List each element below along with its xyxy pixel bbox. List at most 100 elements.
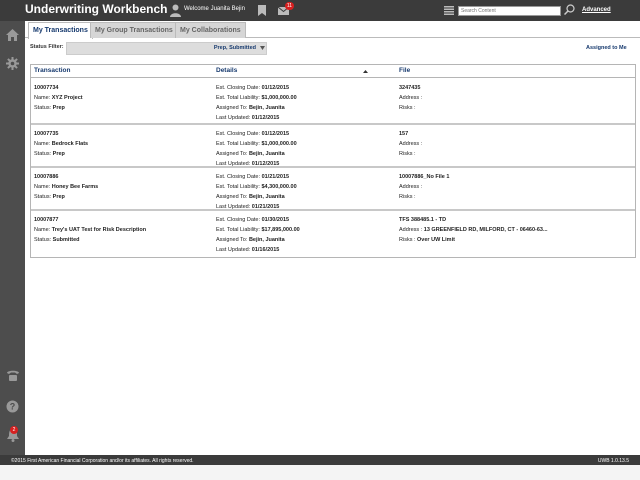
top-bar: Underwriting Workbench Welcome Juanita B…: [0, 0, 640, 21]
tab-bar: My Transactions My Group Transactions My…: [25, 21, 640, 39]
risks-label: Risks :: [399, 151, 416, 157]
risks-label: Risks :: [399, 105, 416, 111]
closing-date-value: 01/21/2015: [261, 174, 290, 180]
closing-date-label: Est. Closing Date:: [216, 131, 261, 137]
chevron-down-icon: [260, 46, 265, 50]
transaction-id[interactable]: 10007734: [34, 85, 58, 91]
assigned-to-label: Assigned To:: [216, 237, 248, 243]
closing-date-value: 01/12/2015: [261, 85, 290, 91]
transaction-id[interactable]: 10007877: [34, 217, 58, 223]
tab-my-collaborations[interactable]: My Collaborations: [175, 22, 246, 38]
phone-icon: [6, 370, 19, 381]
last-updated-label: Last Updated:: [216, 204, 251, 210]
version-text: UWB 1.0.13.5: [597, 458, 629, 464]
search-icon[interactable]: [564, 4, 575, 15]
last-updated-label: Last Updated:: [216, 247, 251, 253]
transaction-status: Submitted: [52, 237, 80, 243]
last-updated-value: 01/16/2015: [251, 247, 280, 253]
closing-date-value: 01/30/2015: [261, 217, 290, 223]
file-cell: TFS 388485.1 - TD Address : 13 GREENFIELD…: [399, 215, 548, 245]
user-icon: [170, 4, 181, 17]
table-row[interactable]: 10007877 Name: Trey's UAT Test for Risk D…: [31, 211, 635, 258]
column-header-details[interactable]: Details: [216, 67, 237, 74]
liability-value: $17,895,000.00: [261, 227, 300, 233]
transaction-cell: 10007734 Name: XYZ Project Status: Prep: [34, 83, 83, 113]
transaction-status: Prep: [52, 151, 65, 157]
closing-date-label: Est. Closing Date:: [216, 217, 261, 223]
address-label: Address :: [399, 184, 423, 190]
svg-text:?: ?: [10, 402, 16, 412]
closing-date-label: Est. Closing Date:: [216, 174, 261, 180]
home-button[interactable]: [4, 26, 21, 43]
transaction-status: Prep: [52, 194, 65, 200]
app-title: Underwriting Workbench: [25, 2, 168, 16]
last-updated-value: 01/12/2015: [251, 115, 280, 121]
welcome-text: Welcome Juanita Bejin: [184, 6, 245, 12]
address-label: Address :: [399, 95, 423, 101]
details-cell: Est. Closing Date: 01/21/2015 Est. Total …: [216, 172, 297, 212]
home-icon: [6, 28, 19, 41]
contact-button[interactable]: [4, 367, 21, 384]
address-label: Address :: [399, 227, 423, 233]
transaction-id[interactable]: 10007886: [34, 174, 58, 180]
details-cell: Est. Closing Date: 01/12/2015 Est. Total …: [216, 129, 297, 169]
menu-icon[interactable]: [444, 6, 454, 15]
transaction-status: Prep: [52, 105, 65, 111]
left-rail: ?: [0, 21, 25, 455]
mail-count-badge: 11: [285, 2, 294, 10]
risks-label: Risks :: [399, 237, 416, 243]
assigned-to-value: Bejin, Juanita: [248, 194, 285, 200]
table-header: Transaction Details File: [31, 65, 635, 78]
closing-date-label: Est. Closing Date:: [216, 85, 261, 91]
gear-icon: [6, 57, 19, 70]
liability-label: Est. Total Liability:: [216, 141, 260, 147]
file-number[interactable]: 3247435: [399, 85, 420, 91]
transactions-table: Transaction Details File 10007734 Name: X…: [30, 64, 636, 258]
help-icon: ?: [6, 400, 19, 413]
file-number[interactable]: TFS 388485.1 - TD: [399, 217, 446, 223]
name-label: Name:: [34, 141, 51, 147]
tab-my-transactions[interactable]: My Transactions: [28, 22, 93, 39]
transaction-name: Trey's UAT Test for Risk Description: [51, 227, 147, 233]
assigned-to-value: Bejin, Juanita: [248, 237, 285, 243]
status-filter-select[interactable]: Prep, Submitted: [66, 42, 267, 55]
name-label: Name:: [34, 184, 51, 190]
transaction-name: XYZ Project: [51, 95, 83, 101]
file-number[interactable]: 10007886_No File 1: [399, 174, 449, 180]
liability-label: Est. Total Liability:: [216, 227, 260, 233]
assigned-to-label: Assigned To:: [216, 151, 248, 157]
copyright-text: ©2015 First American Financial Corporati…: [11, 458, 194, 464]
tab-my-group-transactions[interactable]: My Group Transactions: [90, 22, 178, 38]
notification-count-badge: 2: [10, 426, 18, 434]
advanced-search-link[interactable]: Advanced: [582, 7, 611, 13]
status-label: Status:: [34, 237, 52, 243]
column-header-transaction[interactable]: Transaction: [34, 67, 70, 74]
column-header-file[interactable]: File: [399, 67, 410, 74]
file-number[interactable]: 157: [399, 131, 408, 137]
liability-value: $1,000,000.00: [261, 95, 297, 101]
risks-label: Risks :: [399, 194, 416, 200]
risks-value: Over UW Limit: [417, 237, 455, 243]
footer-strip: [0, 465, 640, 480]
search-input[interactable]: [458, 6, 561, 16]
status-label: Status:: [34, 151, 52, 157]
assigned-to-value: Bejin, Juanita: [248, 105, 285, 111]
help-button[interactable]: ?: [4, 398, 21, 415]
settings-button[interactable]: [4, 55, 21, 72]
closing-date-value: 01/12/2015: [261, 131, 290, 137]
transaction-name: Bedrock Flats: [51, 141, 89, 147]
last-updated-label: Last Updated:: [216, 115, 251, 121]
transaction-cell: 10007735 Name: Bedrock Flats Status: Prep: [34, 129, 88, 159]
table-row[interactable]: 10007886 Name: Honey Bee Farms Status: Pre…: [31, 168, 635, 211]
transaction-cell: 10007877 Name: Trey's UAT Test for Risk D…: [34, 215, 146, 245]
table-row[interactable]: 10007734 Name: XYZ Project Status: Prep Est…: [31, 79, 635, 125]
liability-value: $1,000,000.00: [261, 141, 297, 147]
sort-ascending-icon[interactable]: [363, 70, 368, 73]
address-value: 13 GREENFIELD RD, MILFORD, CT - 06460-63…: [423, 227, 548, 233]
transaction-id[interactable]: 10007735: [34, 131, 58, 137]
file-cell: 157 Address : Risks :: [399, 129, 422, 159]
transaction-name: Honey Bee Farms: [51, 184, 99, 190]
table-row[interactable]: 10007735 Name: Bedrock Flats Status: Prep E…: [31, 125, 635, 168]
assigned-to-me-link[interactable]: Assigned to Me: [586, 45, 627, 51]
bookmark-icon[interactable]: [258, 5, 266, 16]
